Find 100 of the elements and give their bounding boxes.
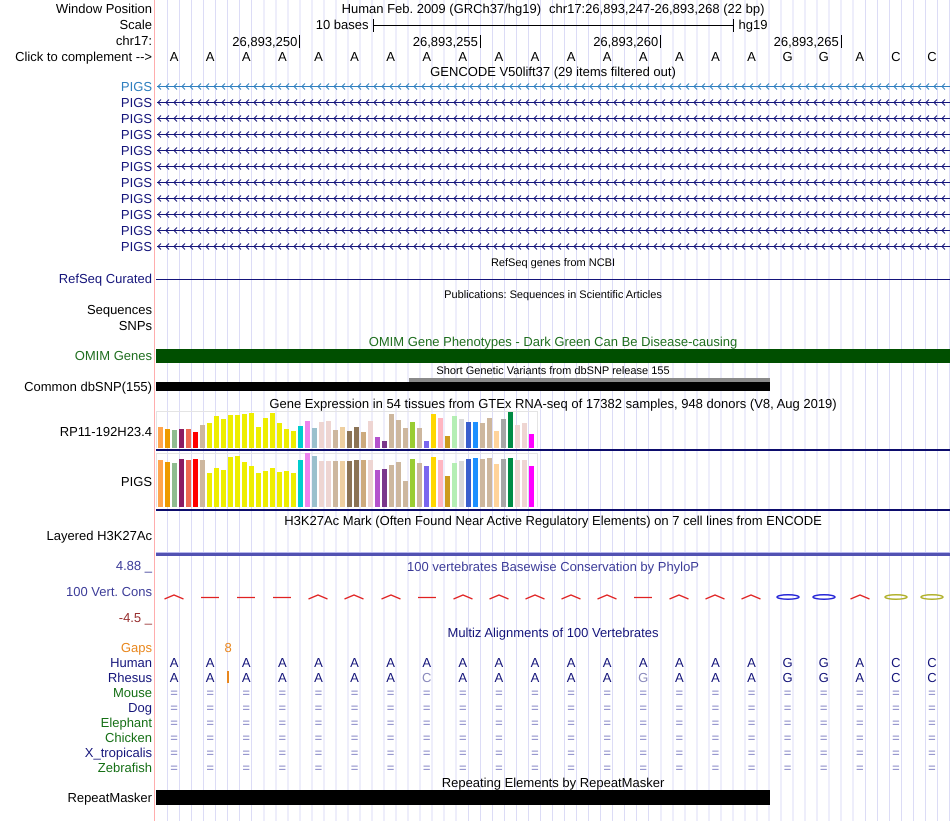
expression-bar[interactable] [263,471,268,507]
expression-bar[interactable] [312,456,317,507]
expression-bar[interactable] [354,460,359,507]
expression-bar[interactable] [165,429,170,448]
gene-label[interactable]: PIGS [120,112,152,126]
track-label[interactable]: RepeatMasker [67,790,152,804]
expression-bar[interactable] [221,419,226,448]
gene-label[interactable]: RP11-192H23.4 [60,424,152,438]
expression-bar[interactable] [466,459,471,507]
expression-bar[interactable] [382,441,387,448]
expression-bar[interactable] [522,423,527,448]
track-label[interactable]: RefSeq Curated [58,272,152,286]
variant-highlight-bar[interactable] [408,378,770,382]
expression-bar[interactable] [473,458,478,507]
gene-label[interactable]: PIGS [120,144,152,158]
expression-bar[interactable] [333,461,338,507]
expression-bar[interactable] [319,461,324,507]
expression-bar[interactable] [396,420,401,448]
expression-bar[interactable] [347,431,352,448]
expression-bar[interactable] [298,460,303,507]
expression-bar[interactable] [270,468,275,507]
expression-bar[interactable] [375,470,380,507]
expression-bar[interactable] [319,422,324,448]
expression-bar[interactable] [172,430,177,448]
gene-line[interactable] [156,194,950,203]
expression-bar[interactable] [249,413,254,448]
expression-bar[interactable] [389,465,394,507]
expression-bar[interactable] [277,472,282,507]
expression-bar[interactable] [235,415,240,448]
expression-bar[interactable] [424,441,429,448]
expression-bar[interactable] [354,427,359,448]
gene-line[interactable] [156,162,950,171]
expression-bar[interactable] [480,423,485,448]
expression-bar[interactable] [382,469,387,507]
expression-bar[interactable] [410,422,415,448]
expression-bar[interactable] [284,429,289,448]
expression-bar[interactable] [333,430,338,448]
expression-bar[interactable] [207,423,212,448]
expression-bar[interactable] [459,419,464,448]
expression-bar[interactable] [431,414,436,448]
gene-label[interactable]: PIGS [120,192,152,206]
gene-label[interactable]: PIGS [120,96,152,110]
variant-bar[interactable] [156,382,770,391]
expression-bar[interactable] [347,461,352,507]
expression-bar[interactable] [494,431,499,448]
expression-bar[interactable] [417,463,422,507]
gene-line[interactable] [156,278,950,280]
phenotype-bar[interactable] [156,349,950,363]
expression-bar[interactable] [487,458,492,507]
expression-bar[interactable] [277,423,282,448]
expression-bar[interactable] [207,473,212,507]
expression-bar[interactable] [375,437,380,448]
expression-bar[interactable] [501,459,506,507]
gene-line[interactable] [156,130,950,139]
expression-bar[interactable] [522,460,527,507]
expression-bar[interactable] [515,425,520,448]
expression-bar[interactable] [529,466,534,507]
expression-bar[interactable] [368,460,373,507]
expression-bar[interactable] [263,418,268,448]
expression-bar[interactable] [298,426,303,448]
expression-bar[interactable] [172,463,177,507]
expression-bar[interactable] [501,419,506,448]
expression-bar[interactable] [179,429,184,448]
track-label[interactable]: SNPs [118,319,152,333]
expression-bar[interactable] [466,422,471,448]
gene-label[interactable]: PIGS [120,176,152,190]
expression-bar[interactable] [193,459,198,507]
expression-bar[interactable] [452,416,457,448]
expression-bar[interactable] [438,418,443,448]
expression-bar[interactable] [158,460,163,507]
expression-bar[interactable] [200,425,205,448]
track-label[interactable]: 100 Vert. Cons [66,585,152,599]
expression-bar[interactable] [508,458,513,507]
expression-bar[interactable] [235,456,240,507]
expression-bar[interactable] [508,412,513,448]
track-label[interactable]: OMIM Genes [74,349,152,363]
expression-bar[interactable] [200,460,205,507]
expression-bar[interactable] [529,434,534,448]
gene-line[interactable] [156,146,950,155]
expression-bar[interactable] [417,428,422,448]
expression-bar[interactable] [361,460,366,507]
gene-line[interactable] [156,242,950,251]
expression-bar[interactable] [270,413,275,448]
expression-bar[interactable] [291,431,296,448]
expression-bar[interactable] [403,481,408,507]
expression-bar[interactable] [158,427,163,448]
expression-bar[interactable] [179,459,184,507]
expression-bar[interactable] [361,432,366,448]
expression-bar[interactable] [284,471,289,507]
expression-bar[interactable] [494,464,499,507]
expression-bar[interactable] [242,414,247,448]
expression-bar[interactable] [410,459,415,507]
expression-bar[interactable] [228,457,233,507]
expression-bar[interactable] [452,463,457,507]
gene-line[interactable] [156,98,950,107]
expression-bar[interactable] [186,429,191,448]
gene-label[interactable]: PIGS [120,224,152,238]
expression-bar[interactable] [431,457,436,507]
expression-bar[interactable] [326,461,331,507]
expression-bar[interactable] [340,461,345,507]
